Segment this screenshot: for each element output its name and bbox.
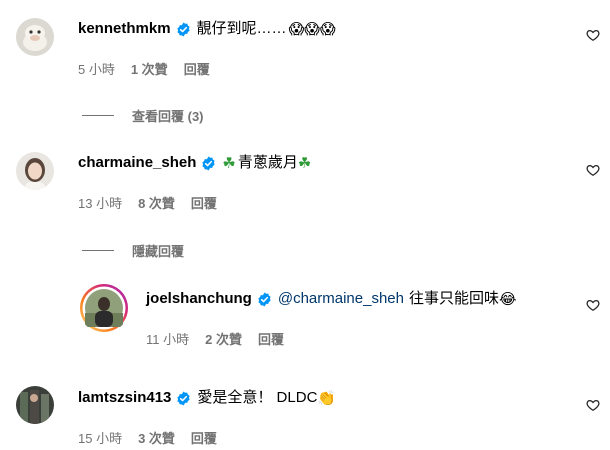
view-replies-toggle[interactable]: 查看回覆 (3) (82, 106, 204, 125)
verified-badge-icon (257, 291, 272, 307)
heart-icon[interactable] (586, 28, 600, 42)
comment-username[interactable]: charmaine_sheh (78, 153, 196, 173)
like-count[interactable]: 8 次贊 (138, 196, 175, 212)
view-replies-label: 查看回覆 (3) (132, 109, 204, 124)
hide-replies-label: 隱藏回覆 (132, 244, 185, 259)
comment-text: 往事只能回味 (408, 290, 499, 307)
verified-badge-icon (201, 155, 216, 171)
comment-timestamp: 5 小時 (78, 62, 115, 77)
reply-button[interactable]: 回覆 (191, 431, 217, 447)
hide-replies-toggle[interactable]: 隱藏回覆 (82, 241, 184, 260)
clapping-hands-emoji: 👏 (317, 389, 337, 407)
verified-badge-icon (176, 21, 191, 37)
comment-username[interactable]: joelshanchung (146, 289, 252, 309)
like-count[interactable]: 3 次贊 (138, 431, 175, 447)
reply-button[interactable]: 回覆 (258, 332, 284, 348)
comment-text: 靚仔到呢…… (196, 20, 287, 37)
comment-emoji: 😂 (499, 290, 517, 308)
heart-icon[interactable] (586, 398, 600, 412)
comment-text: 青蔥歲月 (237, 154, 298, 171)
shamrock-emoji: ☘ (297, 154, 312, 172)
shamrock-emoji: ☘ (222, 154, 236, 172)
heart-icon[interactable] (586, 163, 600, 177)
avatar[interactable] (16, 18, 54, 56)
comment-emoji: 😱😱😱 (288, 20, 336, 38)
comment-timestamp: 11 小時 (146, 332, 190, 347)
avatar-story-ring[interactable] (79, 283, 129, 333)
like-count[interactable]: 1 次贊 (131, 62, 168, 78)
reply-button[interactable]: 回覆 (191, 196, 217, 212)
mention-link[interactable]: @charmaine_sheh (278, 289, 404, 309)
comment-timestamp: 15 小時 (78, 431, 123, 446)
avatar[interactable] (16, 386, 54, 424)
verified-badge-icon (176, 390, 191, 406)
divider-line (82, 250, 114, 251)
divider-line (82, 115, 114, 116)
comment-text: 愛是全意！ DLDC (197, 389, 318, 406)
avatar[interactable] (16, 152, 54, 190)
comment-timestamp: 13 小時 (78, 196, 123, 211)
like-count[interactable]: 2 次贊 (205, 332, 242, 348)
heart-icon[interactable] (586, 298, 600, 312)
comment-username[interactable]: kennethmkm (78, 19, 171, 39)
comment-username[interactable]: lamtszsin413 (78, 388, 171, 408)
reply-button[interactable]: 回覆 (184, 62, 210, 78)
